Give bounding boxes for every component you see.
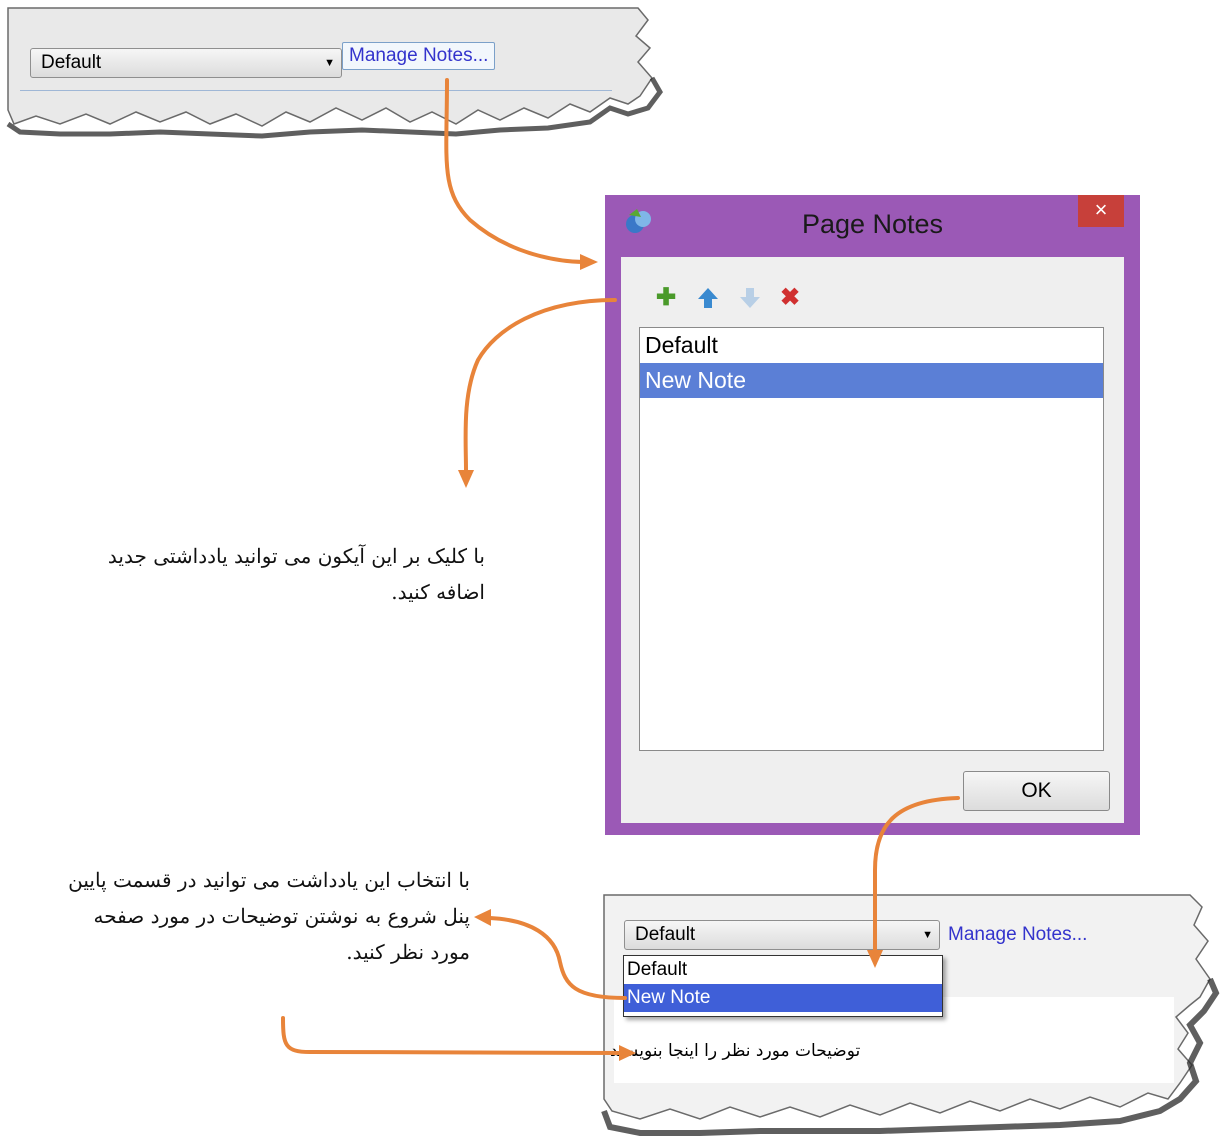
note-selector-value: Default: [41, 52, 102, 73]
caption-line: با انتخاب این یادداشت می توانید در قسمت …: [68, 868, 470, 892]
chevron-down-icon: ▼: [922, 929, 933, 941]
ok-button[interactable]: OK: [963, 771, 1110, 811]
dropdown-option[interactable]: New Note: [624, 984, 942, 1012]
top-snippet: Default ▼ Manage Notes...: [0, 0, 670, 160]
arrowhead: [580, 254, 598, 270]
caption-line: مورد نظر کنید.: [346, 940, 470, 964]
dropdown-option[interactable]: Default: [624, 956, 942, 984]
note-selector-dropdown[interactable]: Default ▼: [30, 48, 342, 78]
caption-line: اضافه کنید.: [391, 580, 485, 604]
list-item[interactable]: New Note: [640, 363, 1103, 398]
arrow-up-icon[interactable]: [693, 283, 723, 313]
select-note-caption: با انتخاب این یادداشت می توانید در قسمت …: [0, 862, 470, 970]
arrow-caption-to-textarea: [281, 1016, 622, 1055]
note-selector-dropdown-open[interactable]: Default ▼: [624, 920, 940, 950]
delete-icon[interactable]: ✖: [775, 283, 805, 313]
caption-line: پنل شروع به نوشتن توضیحات در مورد صفحه: [93, 904, 471, 928]
arrow-down-icon[interactable]: [735, 283, 765, 313]
plus-icon[interactable]: ✚: [651, 283, 681, 313]
manage-notes-button[interactable]: Manage Notes...: [342, 42, 496, 70]
arrowhead: [458, 470, 474, 488]
arrow-add-icon-to-caption: [463, 298, 617, 472]
notes-list: Default New Note: [639, 327, 1104, 751]
top-snippet-frame: [6, 7, 663, 139]
notes-text-area[interactable]: توضیحات مورد نظر را اینجا بنویسید: [610, 1041, 860, 1061]
arrowhead: [474, 909, 491, 926]
note-selector-value: Default: [635, 924, 696, 945]
manage-notes-link[interactable]: Manage Notes...: [948, 924, 1087, 946]
dropdown-options-popup: Default New Note: [623, 955, 943, 1017]
close-button[interactable]: ×: [1078, 195, 1124, 227]
add-note-caption: با کلیک بر این آیکون می توانید یادداشتی …: [15, 538, 485, 610]
list-item[interactable]: Default: [640, 328, 1103, 363]
dialog-client-area: ✚ ✖ Default New Note OK: [621, 257, 1124, 823]
page-notes-dialog: Page Notes × ✚ ✖ Default New Note OK: [605, 195, 1140, 835]
caption-line: با کلیک بر این آیکون می توانید یادداشتی …: [107, 544, 485, 568]
chevron-down-icon: ▼: [324, 57, 335, 69]
dialog-title: Page Notes: [801, 209, 944, 239]
